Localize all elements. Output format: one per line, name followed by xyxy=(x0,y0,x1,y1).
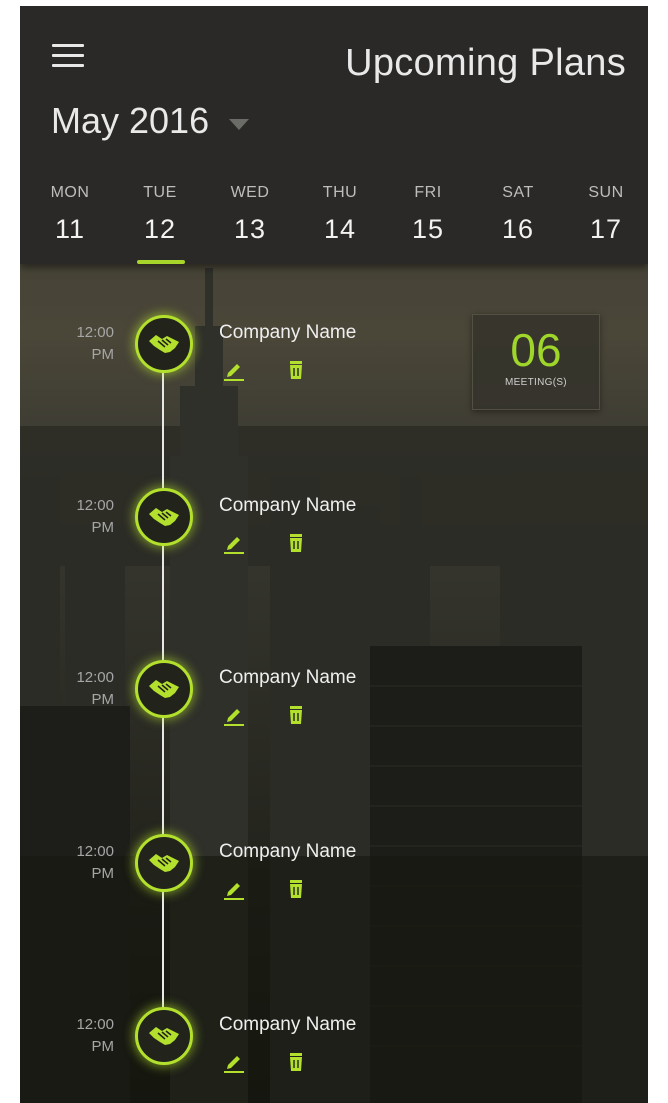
schedule-entry[interactable]: 12:00 PM Company Name xyxy=(20,1007,648,1103)
edit-pencil-icon[interactable] xyxy=(222,703,246,727)
page-title: Upcoming Plans xyxy=(345,42,626,84)
entry-time: 12:00 PM xyxy=(46,667,114,711)
entry-time-value: 12:00 xyxy=(76,324,114,341)
edit-pencil-icon[interactable] xyxy=(222,877,246,901)
day-name: SUN xyxy=(588,184,624,201)
day-sun[interactable]: SUN 17 xyxy=(562,184,648,245)
day-name: THU xyxy=(322,184,358,201)
handshake-icon[interactable] xyxy=(135,315,193,373)
schedule-entry[interactable]: 12:00 PM Company Name xyxy=(20,834,648,951)
week-strip: MON 11 TUE 12 WED 13 THU 14 FRI 15 SAT 1… xyxy=(20,184,648,264)
day-number: 12 xyxy=(143,214,177,244)
day-name: FRI xyxy=(414,184,442,201)
entry-time: 12:00 PM xyxy=(46,495,114,539)
day-fri[interactable]: FRI 15 xyxy=(384,184,472,245)
day-thu[interactable]: THU 14 xyxy=(296,184,384,245)
day-sat[interactable]: SAT 16 xyxy=(474,184,562,245)
day-number: 17 xyxy=(589,214,623,244)
company-name: Company Name xyxy=(219,667,357,688)
day-name: SAT xyxy=(502,184,534,201)
caret-down-icon xyxy=(229,118,250,130)
app-screen: Upcoming Plans May 2016 MON 11 TUE 12 WE… xyxy=(20,6,648,1103)
day-name: MON xyxy=(50,184,90,201)
trash-icon[interactable] xyxy=(284,1050,308,1074)
company-name: Company Name xyxy=(219,322,357,343)
month-selector[interactable]: May 2016 xyxy=(51,100,250,142)
company-name: Company Name xyxy=(219,495,357,516)
day-number: 16 xyxy=(501,214,535,244)
edit-pencil-icon[interactable] xyxy=(222,1050,246,1074)
day-number: 13 xyxy=(233,214,267,244)
day-number: 15 xyxy=(411,214,445,244)
entry-time-period: PM xyxy=(91,346,115,363)
trash-icon[interactable] xyxy=(284,703,308,727)
company-name: Company Name xyxy=(219,1014,357,1035)
day-wed[interactable]: WED 13 xyxy=(206,184,294,245)
schedule-entry[interactable]: 12:00 PM Company Name xyxy=(20,488,648,605)
entry-time-period: PM xyxy=(91,1038,115,1055)
handshake-icon[interactable] xyxy=(135,1007,193,1065)
entry-time-period: PM xyxy=(91,865,115,882)
entry-time: 12:00 PM xyxy=(46,1014,114,1058)
day-tue[interactable]: TUE 12 xyxy=(116,184,204,264)
entry-time: 12:00 PM xyxy=(46,322,114,366)
entry-time-period: PM xyxy=(91,519,115,536)
entry-time-value: 12:00 xyxy=(76,497,114,514)
entry-time-value: 12:00 xyxy=(76,1016,114,1033)
day-name: TUE xyxy=(143,184,177,201)
entry-time-value: 12:00 xyxy=(76,843,114,860)
entry-time: 12:00 PM xyxy=(46,841,114,885)
month-label: May 2016 xyxy=(51,100,210,141)
entry-time-period: PM xyxy=(91,691,115,708)
edit-pencil-icon[interactable] xyxy=(222,358,246,382)
company-name: Company Name xyxy=(219,841,357,862)
day-number: 14 xyxy=(323,214,357,244)
edit-pencil-icon[interactable] xyxy=(222,531,246,555)
day-name: WED xyxy=(230,184,270,201)
day-mon[interactable]: MON 11 xyxy=(26,184,114,245)
schedule-entry[interactable]: 12:00 PM Company Name xyxy=(20,660,648,777)
handshake-icon[interactable] xyxy=(135,834,193,892)
schedule-list: 06 MEETING(S) 12:00 PM Company Name 12:00… xyxy=(20,264,648,1103)
handshake-icon[interactable] xyxy=(135,660,193,718)
handshake-icon[interactable] xyxy=(135,488,193,546)
selected-day-indicator xyxy=(137,260,185,264)
app-header: Upcoming Plans May 2016 MON 11 TUE 12 WE… xyxy=(20,6,648,264)
trash-icon[interactable] xyxy=(284,358,308,382)
day-number: 11 xyxy=(54,214,86,244)
trash-icon[interactable] xyxy=(284,877,308,901)
trash-icon[interactable] xyxy=(284,531,308,555)
entry-time-value: 12:00 xyxy=(76,669,114,686)
hamburger-menu-icon[interactable] xyxy=(50,40,86,70)
schedule-entry[interactable]: 12:00 PM Company Name xyxy=(20,315,648,432)
